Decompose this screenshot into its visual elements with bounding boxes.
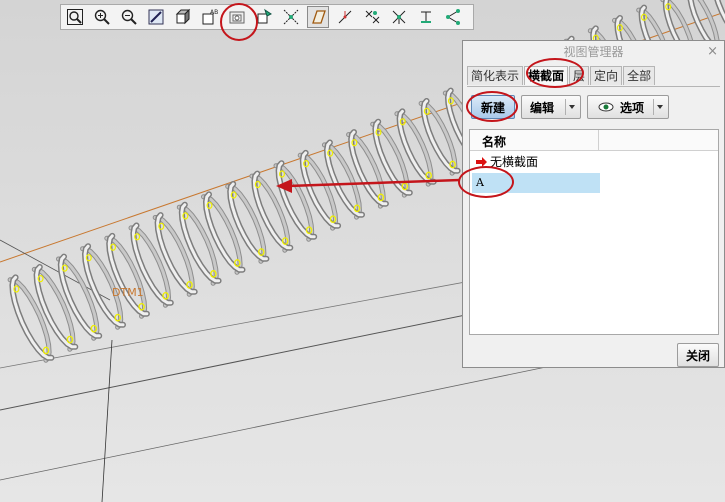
cross-section-list[interactable]: 名称 无横截面 A — [469, 129, 719, 335]
tab-simplified-rep[interactable]: 简化表示 — [467, 66, 524, 85]
datum-points-icon[interactable] — [361, 6, 383, 28]
highlight-saved-views — [220, 3, 258, 41]
highlight-section-a — [458, 166, 514, 198]
highlight-new-button — [466, 91, 518, 122]
csys-icon[interactable] — [388, 6, 410, 28]
datum-planes-icon[interactable] — [280, 6, 302, 28]
options-button[interactable]: 选项 — [587, 95, 669, 119]
highlight-cross-section-tab — [526, 58, 584, 88]
options-dropdown-divider — [653, 99, 654, 115]
shading-icon[interactable] — [172, 6, 194, 28]
view-manager-dialog: 视图管理器 × 简化表示 横截面 层 定向 全部 新建 编辑 选项 名称 无横截… — [462, 40, 725, 368]
zoom-fit-icon[interactable] — [64, 6, 86, 28]
annotation-display-icon[interactable]: AB — [199, 6, 221, 28]
spin-center-icon[interactable] — [415, 6, 437, 28]
dialog-title: 视图管理器 × — [463, 41, 724, 63]
options-button-label: 选项 — [620, 100, 645, 115]
edit-dropdown-divider — [565, 99, 566, 115]
edit-button-label: 编辑 — [530, 100, 555, 115]
repaint-icon[interactable] — [145, 6, 167, 28]
tab-divider — [467, 86, 720, 87]
chevron-down-icon[interactable] — [657, 105, 663, 109]
tab-all[interactable]: 全部 — [623, 66, 656, 85]
datum-plane-display-icon[interactable] — [307, 6, 329, 28]
svg-text:AB: AB — [210, 9, 218, 16]
chevron-down-icon[interactable] — [569, 105, 575, 109]
column-divider[interactable] — [598, 130, 599, 150]
zoom-in-icon[interactable] — [91, 6, 113, 28]
close-button[interactable]: 关闭 — [677, 343, 719, 367]
view-toolbar: AB — [60, 4, 474, 30]
zoom-out-icon[interactable] — [118, 6, 140, 28]
annotations-icon[interactable] — [442, 6, 464, 28]
list-header: 名称 — [470, 130, 718, 151]
close-icon[interactable]: × — [707, 41, 718, 63]
edit-button[interactable]: 编辑 — [521, 95, 581, 119]
dialog-title-text: 视图管理器 — [563, 45, 624, 59]
datum-axes-icon[interactable] — [334, 6, 356, 28]
datum-label: DTM1 — [112, 286, 144, 299]
eye-icon — [598, 102, 614, 112]
column-header-name[interactable]: 名称 — [482, 133, 506, 150]
tab-orient[interactable]: 定向 — [590, 66, 623, 85]
